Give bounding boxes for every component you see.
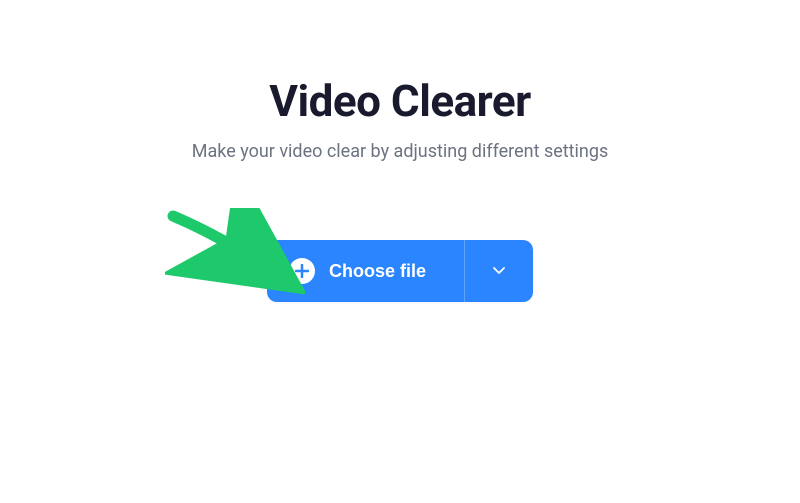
plus-icon — [289, 258, 315, 284]
page-subtitle: Make your video clear by adjusting diffe… — [192, 141, 609, 162]
choose-file-group: Choose file — [267, 240, 533, 302]
chevron-down-icon — [491, 262, 507, 281]
choose-file-label: Choose file — [329, 261, 426, 282]
choose-file-dropdown-button[interactable] — [464, 240, 533, 302]
choose-file-button[interactable]: Choose file — [267, 240, 464, 302]
page-title: Video Clearer — [269, 75, 531, 127]
